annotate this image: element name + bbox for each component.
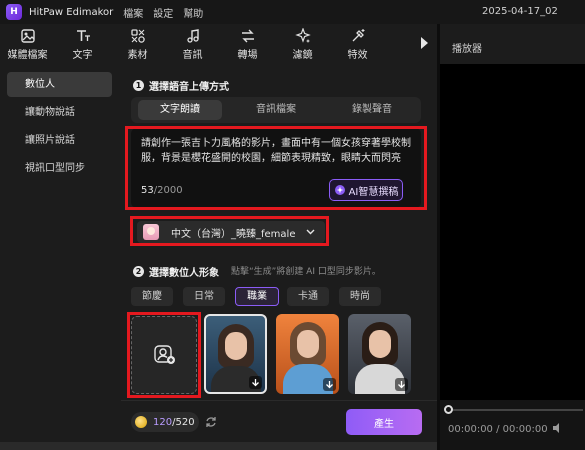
sidebar-item-talking-animal[interactable]: 讓動物說話 bbox=[7, 100, 112, 125]
tool-media-label: 媒體檔案 bbox=[7, 49, 48, 61]
refresh-icon[interactable] bbox=[205, 416, 217, 428]
ai-sparkle-icon bbox=[334, 185, 345, 195]
avatar-card-2[interactable] bbox=[276, 314, 339, 394]
toolbar-more-arrow-icon[interactable] bbox=[418, 36, 430, 50]
coin-icon bbox=[135, 416, 147, 428]
voice-source-tabs: 文字朗讀 音訊檔案 錄製聲音 bbox=[131, 97, 421, 123]
script-textarea[interactable]: 請創作一張吉卜力風格的影片，畫面中有一個女孩穿著學校制服，背景是櫻花盛開的校園，… bbox=[131, 128, 421, 208]
filter-icon bbox=[294, 27, 311, 43]
tool-filter[interactable]: 濾鏡 bbox=[275, 24, 330, 64]
player-header: 播放器 bbox=[440, 24, 585, 64]
avatar-card-3[interactable] bbox=[348, 314, 411, 394]
effects-icon bbox=[352, 28, 364, 41]
section1-heading: 1 選擇語音上傳方式 bbox=[133, 78, 229, 93]
tool-elements-label: 素材 bbox=[127, 49, 148, 61]
digital-human-panel: 1 選擇語音上傳方式 文字朗讀 音訊檔案 錄製聲音 請創作一張吉卜力風格的影片，畫… bbox=[121, 64, 437, 400]
generate-button[interactable]: 產生 bbox=[346, 409, 422, 435]
tab-record-voice[interactable]: 錄製聲音 bbox=[330, 100, 414, 120]
category-cartoon[interactable]: 卡通 bbox=[287, 287, 329, 306]
seek-bar[interactable] bbox=[448, 409, 583, 411]
char-count-limit: /2000 bbox=[153, 185, 183, 196]
download-icon[interactable] bbox=[323, 378, 336, 391]
tool-text[interactable]: 文字 bbox=[55, 24, 110, 64]
download-icon[interactable] bbox=[395, 378, 408, 391]
avatar-2-face bbox=[296, 330, 319, 358]
upload-avatar-card[interactable] bbox=[131, 316, 197, 394]
tab-audio-file[interactable]: 音訊檔案 bbox=[234, 100, 318, 120]
credits-total: /520 bbox=[172, 416, 195, 428]
tool-audio-label: 音訊 bbox=[182, 49, 203, 61]
avatar-card-1[interactable] bbox=[204, 314, 267, 394]
tool-elements[interactable]: 素材 bbox=[110, 24, 165, 64]
tab-text-to-speech[interactable]: 文字朗讀 bbox=[138, 100, 222, 120]
char-counter: 53/2000 bbox=[141, 185, 183, 196]
section2-heading: 2 選擇數位人形象 bbox=[133, 264, 219, 279]
timeline-scrollbar[interactable] bbox=[0, 442, 437, 450]
tool-filter-label: 濾鏡 bbox=[292, 49, 313, 61]
menu-help[interactable]: 幫助 bbox=[183, 5, 203, 20]
category-daily[interactable]: 日常 bbox=[183, 287, 225, 306]
app-title: HitPaw Edimakor bbox=[29, 6, 114, 18]
avatar-sidebar: 數位人 讓動物說話 讓照片說話 視訊口型同步 bbox=[0, 64, 121, 450]
section2-number: 2 bbox=[133, 266, 144, 277]
generate-bar: 120/520 產生 bbox=[121, 400, 437, 442]
player-title: 播放器 bbox=[452, 44, 482, 55]
add-user-icon bbox=[154, 345, 175, 364]
avatar-1-face bbox=[224, 332, 247, 360]
download-icon[interactable] bbox=[249, 376, 262, 389]
credits-used: 120 bbox=[153, 416, 173, 428]
player-timecode: 00:00:00 / 00:00:00 bbox=[448, 424, 548, 435]
voice-avatar bbox=[143, 224, 159, 240]
tool-effects[interactable]: 特效 bbox=[330, 24, 385, 64]
ai-writer-button[interactable]: AI智慧撰稿 bbox=[329, 179, 403, 201]
tool-effects-label: 特效 bbox=[347, 49, 368, 61]
audio-icon bbox=[186, 28, 199, 43]
section2-title: 選擇數位人形象 bbox=[149, 268, 219, 279]
avatar-3-face bbox=[368, 330, 391, 358]
category-professional[interactable]: 職業 bbox=[235, 287, 279, 306]
category-festival[interactable]: 節慶 bbox=[131, 287, 173, 306]
main-toolbar: 媒體檔案 文字 素材 音訊 轉場 濾鏡 特效 bbox=[0, 24, 437, 64]
player-controls: 00:00:00 / 00:00:00 bbox=[440, 400, 585, 450]
voice-dropdown[interactable]: 中文（台灣）_曉臻_female bbox=[137, 221, 325, 243]
sidebar-item-lip-sync[interactable]: 視訊口型同步 bbox=[7, 156, 112, 181]
elements-icon bbox=[130, 28, 145, 43]
project-title: 2025-04-17_02 bbox=[482, 6, 558, 17]
credits-indicator: 120/520 bbox=[131, 412, 199, 432]
tool-transition[interactable]: 轉場 bbox=[220, 24, 275, 64]
section1-number: 1 bbox=[133, 80, 144, 91]
transition-icon bbox=[241, 29, 254, 42]
section1-title: 選擇語音上傳方式 bbox=[149, 82, 229, 93]
char-count-value: 53 bbox=[141, 185, 154, 196]
tool-audio[interactable]: 音訊 bbox=[165, 24, 220, 64]
sidebar-item-talking-photo[interactable]: 讓照片說話 bbox=[7, 128, 112, 153]
script-text[interactable]: 請創作一張吉卜力風格的影片，畫面中有一個女孩穿著學校制服，背景是櫻花盛開的校園，… bbox=[141, 136, 411, 166]
seek-handle[interactable] bbox=[444, 405, 453, 414]
credits-text: 120/520 bbox=[153, 417, 195, 428]
chevron-down-icon bbox=[306, 229, 315, 235]
app-logo: H bbox=[6, 4, 22, 20]
media-icon bbox=[20, 28, 35, 43]
title-bar: H HitPaw Edimakor 檔案 設定 幫助 2025-04-17_02 bbox=[0, 0, 585, 24]
player-screen bbox=[440, 64, 585, 400]
volume-icon[interactable] bbox=[552, 422, 564, 434]
ai-writer-label: AI智慧撰稿 bbox=[348, 186, 399, 198]
menu-settings[interactable]: 設定 bbox=[153, 5, 173, 20]
tool-text-label: 文字 bbox=[72, 49, 93, 61]
tool-media[interactable]: 媒體檔案 bbox=[0, 24, 55, 64]
category-fashion[interactable]: 時尚 bbox=[339, 287, 381, 306]
text-icon bbox=[76, 29, 90, 41]
sidebar-item-digital-human[interactable]: 數位人 bbox=[7, 72, 112, 97]
tool-transition-label: 轉場 bbox=[237, 49, 258, 61]
section2-hint: 點擊“生成”將創建 AI 口型同步影片。 bbox=[231, 267, 381, 277]
menu-file[interactable]: 檔案 bbox=[123, 5, 143, 20]
voice-selected-value: 中文（台灣）_曉臻_female bbox=[171, 228, 296, 240]
